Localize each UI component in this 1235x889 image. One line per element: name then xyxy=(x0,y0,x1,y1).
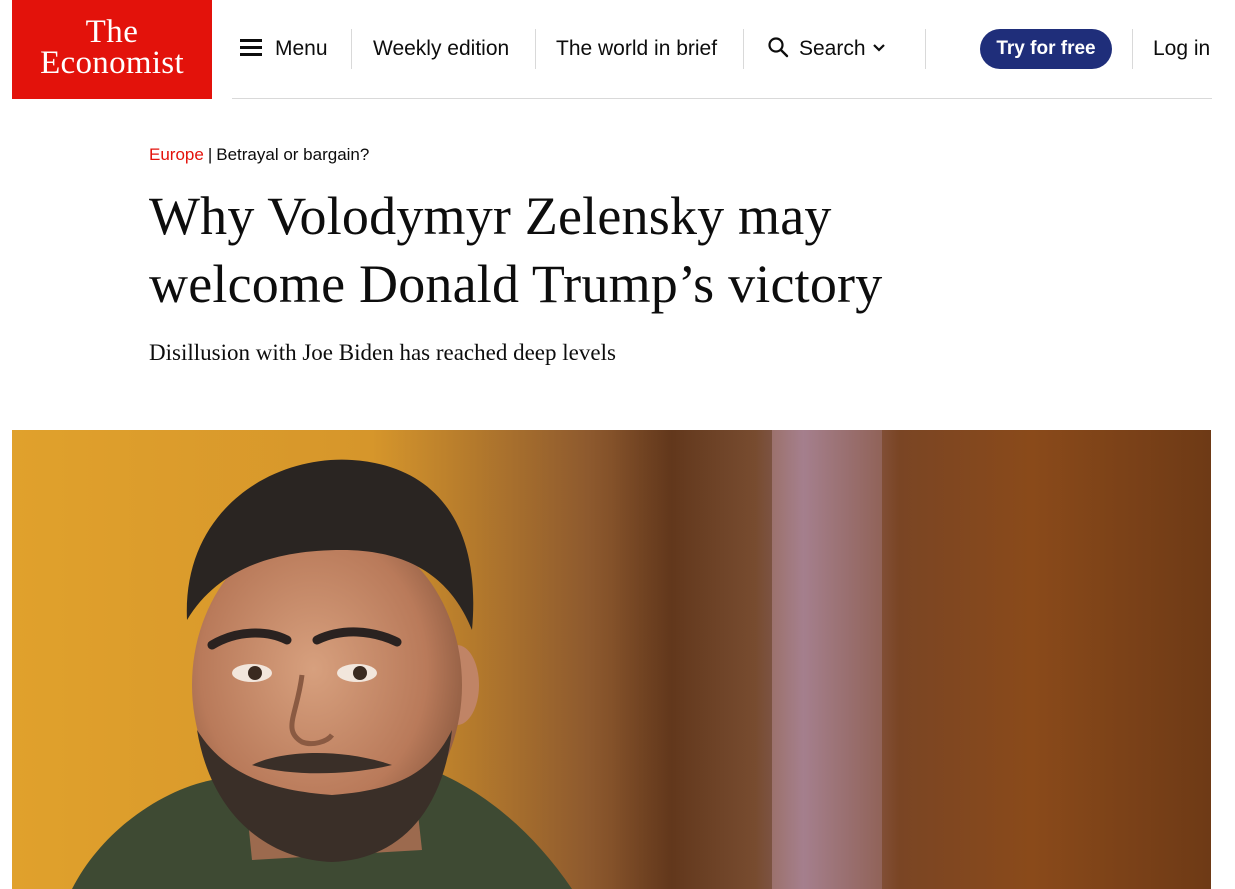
article-headline: Why Volodymyr Zelensky may welcome Donal… xyxy=(149,182,1049,318)
menu-button[interactable]: Menu xyxy=(240,30,328,68)
world-in-brief-link[interactable]: The world in brief xyxy=(556,30,717,68)
headline-line-2: welcome Donald Trump’s victory xyxy=(149,254,883,314)
nav-divider xyxy=(743,29,744,69)
search-button[interactable]: Search xyxy=(767,30,886,68)
header-rule xyxy=(232,98,1212,99)
chevron-down-icon xyxy=(872,44,885,53)
search-icon xyxy=(768,37,789,58)
nav-divider xyxy=(1132,29,1133,69)
try-for-free-button[interactable]: Try for free xyxy=(980,29,1112,69)
search-label: Search xyxy=(799,37,866,60)
portrait-illustration xyxy=(72,430,882,889)
nav-divider xyxy=(535,29,536,69)
rubric-separator: | xyxy=(207,145,213,164)
flytitle: Betrayal or bargain? xyxy=(216,145,370,164)
article-rubric: Europe | Betrayal or bargain? xyxy=(149,143,369,167)
logo-line-economist: Economist xyxy=(40,45,184,81)
menu-label: Menu xyxy=(275,37,328,60)
weekly-edition-link[interactable]: Weekly edition xyxy=(373,30,509,68)
headline-line-1: Why Volodymyr Zelensky may xyxy=(149,186,832,246)
hamburger-icon xyxy=(240,39,262,56)
economist-logo[interactable]: The Economist xyxy=(12,0,212,99)
hero-image xyxy=(12,430,1211,889)
login-link[interactable]: Log in xyxy=(1153,30,1210,68)
article-standfirst: Disillusion with Joe Biden has reached d… xyxy=(149,340,616,365)
nav-divider xyxy=(925,29,926,69)
nav-divider xyxy=(351,29,352,69)
section-link[interactable]: Europe xyxy=(149,145,204,164)
